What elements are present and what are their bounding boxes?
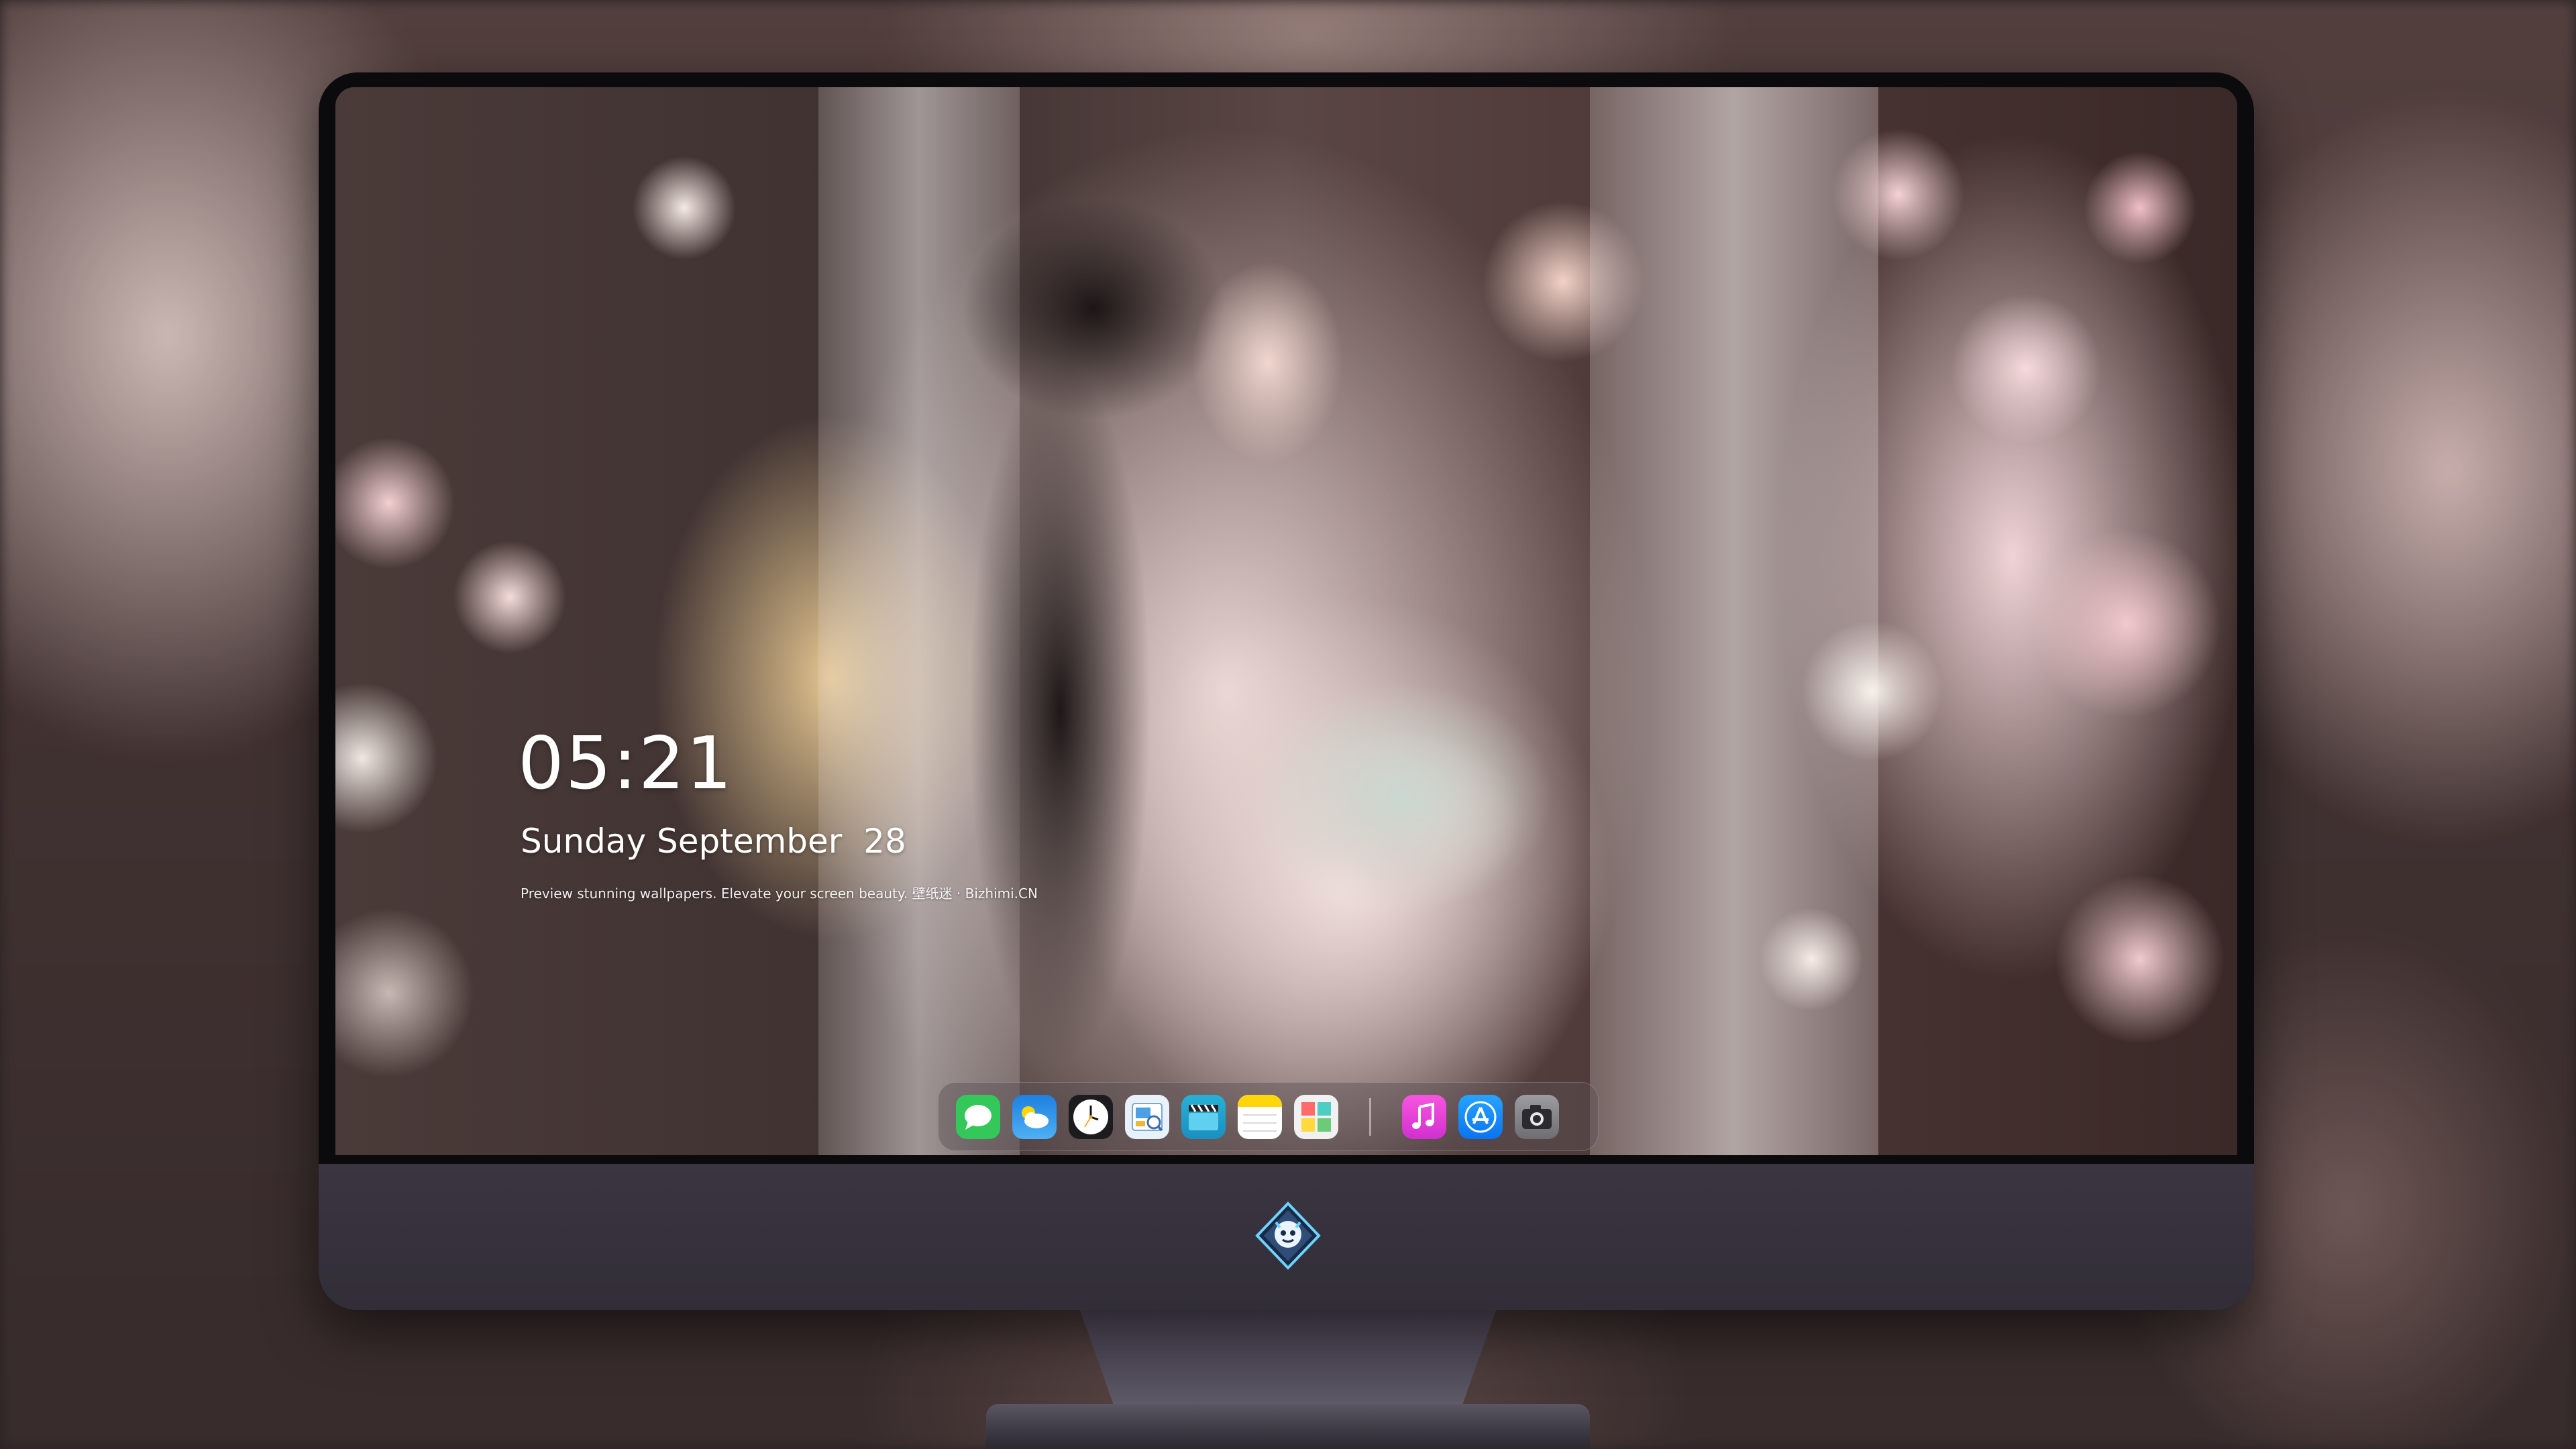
preview-icon[interactable]	[1125, 1094, 1169, 1139]
music-icon[interactable]	[1402, 1094, 1446, 1139]
dock-separator	[1369, 1097, 1371, 1136]
lock-screen-time: 05:21	[518, 722, 734, 806]
weather-icon[interactable]	[1012, 1094, 1057, 1139]
wallpaper-figure	[892, 107, 1697, 1155]
messages-icon[interactable]	[956, 1094, 1000, 1139]
notes-icon[interactable]	[1238, 1094, 1282, 1139]
wallpaper-flowers-left	[335, 87, 818, 1155]
desktop-screen[interactable]: 05:21 Sunday September 28 Preview stunni…	[335, 87, 2237, 1155]
monitor-stand-neck	[1080, 1310, 1496, 1404]
lock-screen-date: Sunday September 28	[521, 822, 906, 861]
lock-screen-tagline: Preview stunning wallpapers. Elevate you…	[521, 885, 1038, 902]
app-store-icon[interactable]	[1458, 1094, 1503, 1139]
wallpaper-flowers-right	[1711, 87, 2237, 1155]
dragon-mascot-logo	[1253, 1201, 1323, 1271]
clock-icon[interactable]	[1069, 1094, 1113, 1139]
camera-icon[interactable]	[1515, 1094, 1559, 1139]
clips-icon[interactable]	[1181, 1094, 1226, 1139]
dock	[938, 1082, 1599, 1151]
monitor-stand-base	[986, 1404, 1590, 1449]
photos-collage-icon[interactable]	[1294, 1094, 1338, 1139]
